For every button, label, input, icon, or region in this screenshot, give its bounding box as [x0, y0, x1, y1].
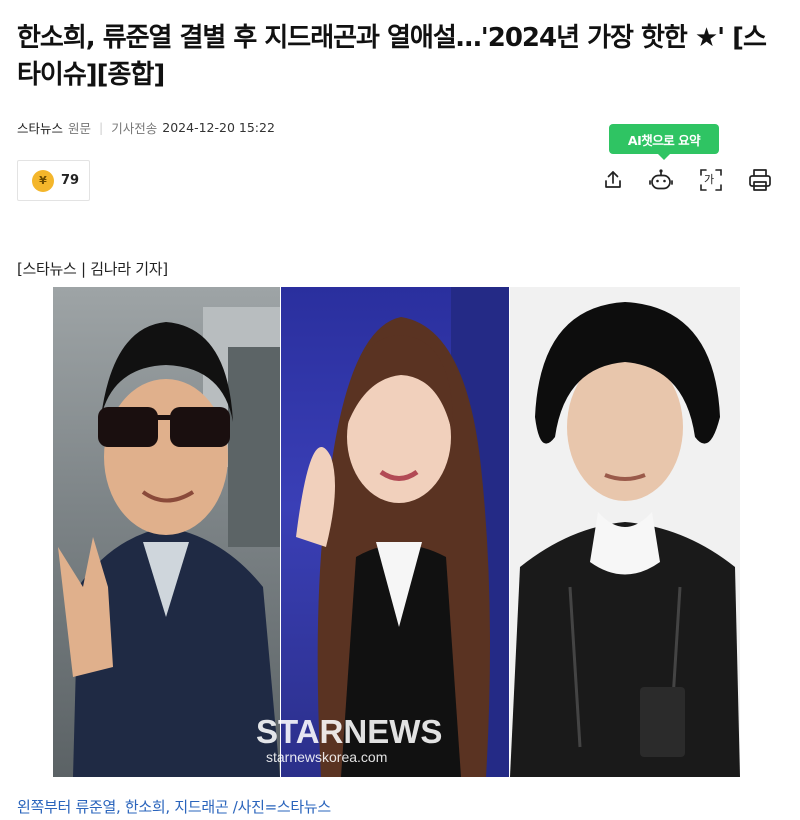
article-photo[interactable]: STARNEWS starnewskorea.com — [53, 287, 740, 777]
ai-summary-tooltip[interactable]: AI챗으로 요약 — [609, 124, 719, 160]
reaction-count: 79 — [61, 173, 80, 188]
photo-panel-left — [53, 287, 280, 777]
date-label: 기사전송 — [111, 121, 158, 136]
photo-caption: 왼쪽부터 류준열, 한소희, 지드래곤 /사진=스타뉴스 — [17, 798, 331, 816]
meta-divider: | — [99, 120, 104, 135]
coin-icon: ¥ — [32, 169, 54, 192]
original-link[interactable]: 원문 — [68, 118, 91, 137]
watermark-url: starnewskorea.com — [266, 749, 388, 765]
ai-chat-bot-icon[interactable] — [646, 165, 676, 195]
publish-date: 2024-12-20 15:22 — [162, 120, 275, 135]
reaction-button[interactable]: ¥ 79 — [17, 160, 90, 201]
share-icon[interactable] — [598, 165, 628, 195]
starnews-watermark: STARNEWS — [256, 713, 443, 750]
press-name[interactable]: 스타뉴스 — [17, 118, 63, 137]
print-icon[interactable] — [745, 165, 775, 195]
photo-panel-right — [510, 287, 740, 777]
article-headline: 한소희, 류준열 결별 후 지드래곤과 열애설…'2024년 가장 핫한 ★' … — [17, 23, 767, 90]
article-meta: 스타뉴스 원문 | 기사전송 2024-12-20 15:22 — [17, 118, 275, 137]
text-size-glyph: 가 — [704, 173, 715, 186]
photo-panel-center — [281, 287, 509, 777]
byline: [스타뉴스 | 김나라 기자] — [17, 260, 168, 278]
text-size-icon[interactable]: 가 — [696, 165, 726, 195]
